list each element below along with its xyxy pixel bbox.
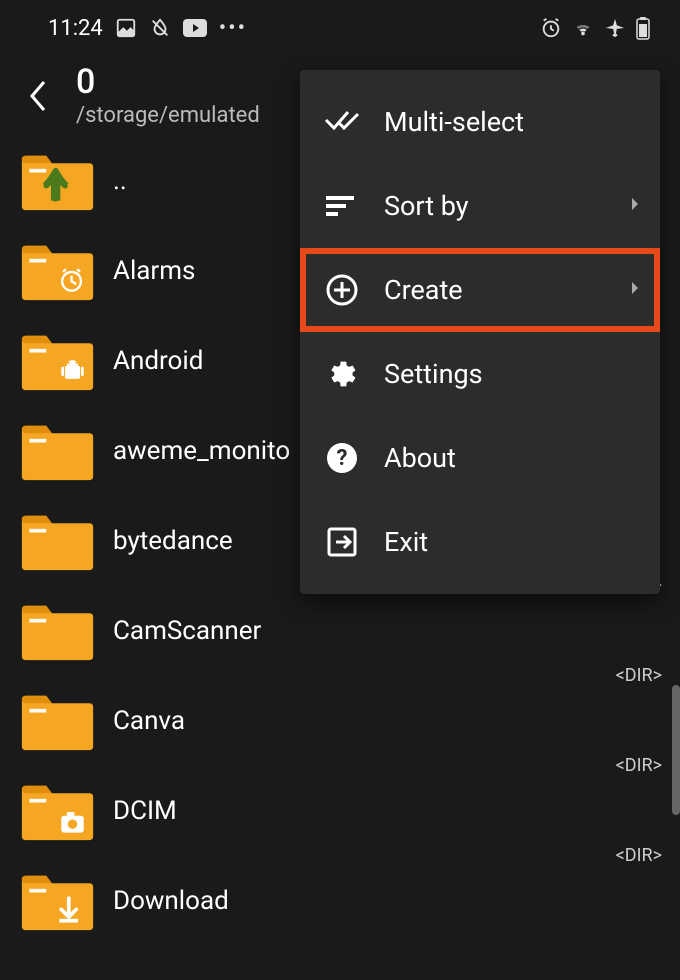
folder-label: aweme_monito xyxy=(113,436,290,466)
multiselect-icon xyxy=(324,108,360,136)
list-item[interactable]: Download xyxy=(0,856,680,946)
folder-icon xyxy=(20,420,95,482)
settings-icon xyxy=(324,357,360,391)
folder-icon xyxy=(20,600,95,662)
about-icon: ? xyxy=(324,442,360,474)
sort-icon xyxy=(324,194,360,218)
folder-label: Canva xyxy=(113,706,185,736)
folder-icon xyxy=(20,330,95,392)
folder-label: Android xyxy=(113,346,203,376)
folder-icon xyxy=(20,870,95,932)
menu-label: About xyxy=(384,442,456,474)
folder-icon xyxy=(20,780,95,842)
list-item[interactable]: CamScanner<DIR> xyxy=(0,586,680,676)
menu-item-multi-select[interactable]: Multi-select xyxy=(300,80,660,164)
exit-icon xyxy=(324,526,360,558)
header-path: /storage/emulated xyxy=(76,103,260,128)
menu-item-create[interactable]: Create xyxy=(300,248,660,332)
battery-icon xyxy=(636,16,650,40)
folder-label: bytedance xyxy=(113,526,233,556)
menu-item-settings[interactable]: Settings xyxy=(300,332,660,416)
header-title: 0 xyxy=(76,65,260,99)
menu-label: Create xyxy=(384,274,463,306)
menu-label: Sort by xyxy=(384,190,469,222)
wifi-icon xyxy=(572,18,594,38)
menu-label: Multi-select xyxy=(384,106,524,138)
folder-icon xyxy=(20,690,95,752)
menu-item-exit[interactable]: Exit xyxy=(300,500,660,584)
scrollbar[interactable] xyxy=(672,685,680,815)
list-item[interactable]: DCIM<DIR> xyxy=(0,766,680,856)
menu-label: Settings xyxy=(384,358,483,390)
youtube-icon xyxy=(183,19,207,37)
folder-label: Download xyxy=(113,886,229,916)
list-item[interactable]: Canva<DIR> xyxy=(0,676,680,766)
more-icon: ••• xyxy=(219,16,247,41)
image-icon xyxy=(115,17,137,39)
menu-label: Exit xyxy=(384,526,428,558)
svg-text:?: ? xyxy=(337,446,348,471)
folder-icon xyxy=(20,240,95,302)
menu-item-sort-by[interactable]: Sort by xyxy=(300,164,660,248)
back-button[interactable] xyxy=(20,78,56,114)
folder-label: Alarms xyxy=(113,256,195,286)
status-time: 11:24 xyxy=(48,16,103,41)
alarm-icon xyxy=(540,17,562,39)
overflow-menu: Multi-select Sort by Create Settings? About E… xyxy=(300,70,660,594)
folder-label: CamScanner xyxy=(113,616,261,646)
chevron-right-icon xyxy=(630,280,640,300)
folder-label: .. xyxy=(113,166,127,196)
folder-icon xyxy=(20,150,95,212)
status-bar: 11:24 ••• xyxy=(0,0,680,56)
folder-icon xyxy=(20,510,95,572)
folder-label: DCIM xyxy=(113,796,177,826)
chevron-right-icon xyxy=(630,196,640,216)
menu-item-about[interactable]: ? About xyxy=(300,416,660,500)
create-icon xyxy=(324,273,360,307)
mute-icon xyxy=(149,17,171,39)
airplane-icon xyxy=(604,17,626,39)
